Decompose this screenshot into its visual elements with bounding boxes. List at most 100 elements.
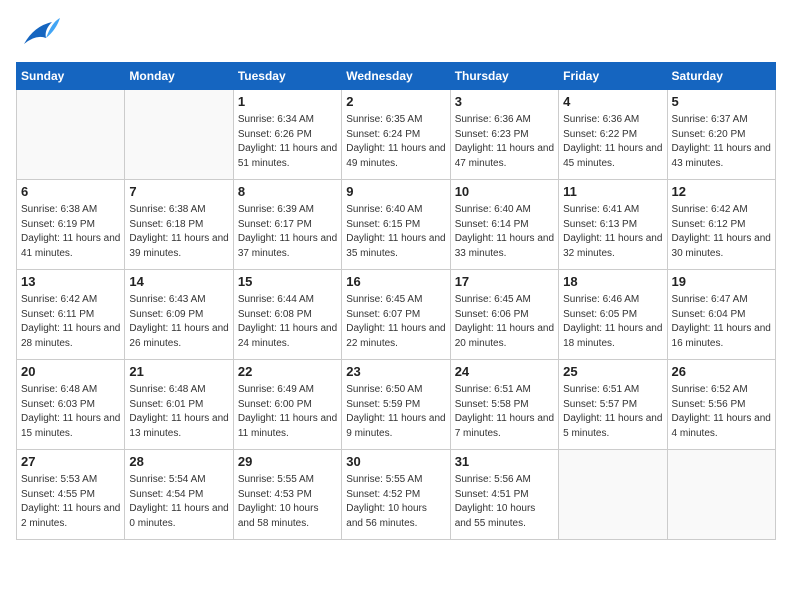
calendar-cell [667,450,775,540]
day-number: 17 [455,273,554,291]
calendar-cell: 29 Sunrise: 5:55 AM Sunset: 4:53 PM Dayli… [233,450,341,540]
day-number: 10 [455,183,554,201]
calendar-cell: 28 Sunrise: 5:54 AM Sunset: 4:54 PM Dayli… [125,450,233,540]
day-info: Sunrise: 5:55 AM Sunset: 4:52 PM Dayligh… [346,473,445,531]
day-info: Sunrise: 5:55 AM Sunset: 4:53 PM Dayligh… [238,473,337,531]
calendar-table: SundayMondayTuesdayWednesdayThursdayFrid… [16,62,776,540]
calendar-week-5: 27 Sunrise: 5:53 AM Sunset: 4:55 PM Dayli… [17,450,776,540]
calendar-cell: 20 Sunrise: 6:48 AM Sunset: 6:03 PM Dayli… [17,360,125,450]
day-number: 8 [238,183,337,201]
calendar-cell: 24 Sunrise: 6:51 AM Sunset: 5:58 PM Dayli… [450,360,558,450]
day-info: Sunrise: 5:54 AM Sunset: 4:54 PM Dayligh… [129,473,228,531]
calendar-cell: 8 Sunrise: 6:39 AM Sunset: 6:17 PM Daylig… [233,180,341,270]
day-number: 26 [672,363,771,381]
calendar-cell: 26 Sunrise: 6:52 AM Sunset: 5:56 PM Dayli… [667,360,775,450]
day-number: 4 [563,93,662,111]
day-info: Sunrise: 6:45 AM Sunset: 6:06 PM Dayligh… [455,293,554,351]
calendar-cell: 2Sunrise: 6:35 AM Sunset: 6:24 PM Daylig… [342,90,450,180]
calendar-cell: 22 Sunrise: 6:49 AM Sunset: 6:00 PM Dayli… [233,360,341,450]
day-number: 22 [238,363,337,381]
calendar-cell: 14 Sunrise: 6:43 AM Sunset: 6:09 PM Dayli… [125,270,233,360]
day-info: Sunrise: 6:34 AM Sunset: 6:26 PM Dayligh… [238,113,337,171]
calendar-cell [125,90,233,180]
day-number: 15 [238,273,337,291]
page-header [16,16,776,52]
calendar-cell: 15 Sunrise: 6:44 AM Sunset: 6:08 PM Dayli… [233,270,341,360]
day-number: 28 [129,453,228,471]
calendar-cell: 5 Sunrise: 6:37 AM Sunset: 6:20 PM Daylig… [667,90,775,180]
day-number: 9 [346,183,445,201]
day-info: Sunrise: 6:37 AM Sunset: 6:20 PM Dayligh… [672,113,771,171]
day-info: Sunrise: 6:38 AM Sunset: 6:19 PM Dayligh… [21,203,120,261]
day-number: 30 [346,453,445,471]
day-info: Sunrise: 6:44 AM Sunset: 6:08 PM Dayligh… [238,293,337,351]
day-info: Sunrise: 6:42 AM Sunset: 6:12 PM Dayligh… [672,203,771,261]
day-info: Sunrise: 6:46 AM Sunset: 6:05 PM Dayligh… [563,293,662,351]
calendar-cell: 10 Sunrise: 6:40 AM Sunset: 6:14 PM Dayli… [450,180,558,270]
calendar-header-thursday: Thursday [450,63,558,90]
day-info: Sunrise: 6:48 AM Sunset: 6:03 PM Dayligh… [21,383,120,441]
day-info: Sunrise: 6:39 AM Sunset: 6:17 PM Dayligh… [238,203,337,261]
calendar-cell: 13Sunrise: 6:42 AM Sunset: 6:11 PM Dayli… [17,270,125,360]
day-info: Sunrise: 6:40 AM Sunset: 6:14 PM Dayligh… [455,203,554,261]
calendar-cell: 27 Sunrise: 5:53 AM Sunset: 4:55 PM Dayli… [17,450,125,540]
calendar-cell: 23Sunrise: 6:50 AM Sunset: 5:59 PM Dayli… [342,360,450,450]
calendar-header-row: SundayMondayTuesdayWednesdayThursdayFrid… [17,63,776,90]
day-number: 31 [455,453,554,471]
day-number: 25 [563,363,662,381]
logo-bird-icon [16,16,60,52]
day-info: Sunrise: 6:40 AM Sunset: 6:15 PM Dayligh… [346,203,445,261]
day-info: Sunrise: 6:51 AM Sunset: 5:57 PM Dayligh… [563,383,662,441]
day-number: 19 [672,273,771,291]
calendar-header-wednesday: Wednesday [342,63,450,90]
day-number: 29 [238,453,337,471]
calendar-cell: 1 Sunrise: 6:34 AM Sunset: 6:26 PM Daylig… [233,90,341,180]
calendar-header-saturday: Saturday [667,63,775,90]
day-number: 6 [21,183,120,201]
calendar-cell: 19 Sunrise: 6:47 AM Sunset: 6:04 PM Dayli… [667,270,775,360]
day-info: Sunrise: 6:35 AM Sunset: 6:24 PM Dayligh… [346,113,445,171]
day-number: 12 [672,183,771,201]
calendar-cell: 12 Sunrise: 6:42 AM Sunset: 6:12 PM Dayli… [667,180,775,270]
day-info: Sunrise: 6:52 AM Sunset: 5:56 PM Dayligh… [672,383,771,441]
calendar-cell: 11 Sunrise: 6:41 AM Sunset: 6:13 PM Dayli… [559,180,667,270]
day-number: 21 [129,363,228,381]
calendar-header-sunday: Sunday [17,63,125,90]
day-info: Sunrise: 6:36 AM Sunset: 6:23 PM Dayligh… [455,113,554,171]
calendar-header-friday: Friday [559,63,667,90]
day-number: 14 [129,273,228,291]
day-info: Sunrise: 6:51 AM Sunset: 5:58 PM Dayligh… [455,383,554,441]
day-number: 27 [21,453,120,471]
day-number: 18 [563,273,662,291]
calendar-week-4: 20 Sunrise: 6:48 AM Sunset: 6:03 PM Dayli… [17,360,776,450]
day-number: 20 [21,363,120,381]
calendar-cell: 9 Sunrise: 6:40 AM Sunset: 6:15 PM Daylig… [342,180,450,270]
day-info: Sunrise: 6:49 AM Sunset: 6:00 PM Dayligh… [238,383,337,441]
calendar-cell: 30 Sunrise: 5:55 AM Sunset: 4:52 PM Dayli… [342,450,450,540]
day-info: Sunrise: 6:38 AM Sunset: 6:18 PM Dayligh… [129,203,228,261]
day-number: 1 [238,93,337,111]
calendar-cell: 3Sunrise: 6:36 AM Sunset: 6:23 PM Daylig… [450,90,558,180]
day-info: Sunrise: 5:53 AM Sunset: 4:55 PM Dayligh… [21,473,120,531]
calendar-week-3: 13Sunrise: 6:42 AM Sunset: 6:11 PM Dayli… [17,270,776,360]
day-number: 11 [563,183,662,201]
day-info: Sunrise: 6:50 AM Sunset: 5:59 PM Dayligh… [346,383,445,441]
calendar-cell: 17 Sunrise: 6:45 AM Sunset: 6:06 PM Dayli… [450,270,558,360]
day-info: Sunrise: 6:45 AM Sunset: 6:07 PM Dayligh… [346,293,445,351]
calendar-cell: 25 Sunrise: 6:51 AM Sunset: 5:57 PM Dayli… [559,360,667,450]
calendar-week-1: 1 Sunrise: 6:34 AM Sunset: 6:26 PM Daylig… [17,90,776,180]
calendar-cell: 4Sunrise: 6:36 AM Sunset: 6:22 PM Daylig… [559,90,667,180]
day-number: 7 [129,183,228,201]
calendar-cell: 6 Sunrise: 6:38 AM Sunset: 6:19 PM Daylig… [17,180,125,270]
calendar-cell [559,450,667,540]
day-info: Sunrise: 6:43 AM Sunset: 6:09 PM Dayligh… [129,293,228,351]
calendar-header-tuesday: Tuesday [233,63,341,90]
day-number: 16 [346,273,445,291]
day-info: Sunrise: 6:41 AM Sunset: 6:13 PM Dayligh… [563,203,662,261]
calendar-week-2: 6 Sunrise: 6:38 AM Sunset: 6:19 PM Daylig… [17,180,776,270]
day-number: 13 [21,273,120,291]
logo [16,16,66,52]
day-number: 5 [672,93,771,111]
day-number: 24 [455,363,554,381]
day-info: Sunrise: 6:47 AM Sunset: 6:04 PM Dayligh… [672,293,771,351]
